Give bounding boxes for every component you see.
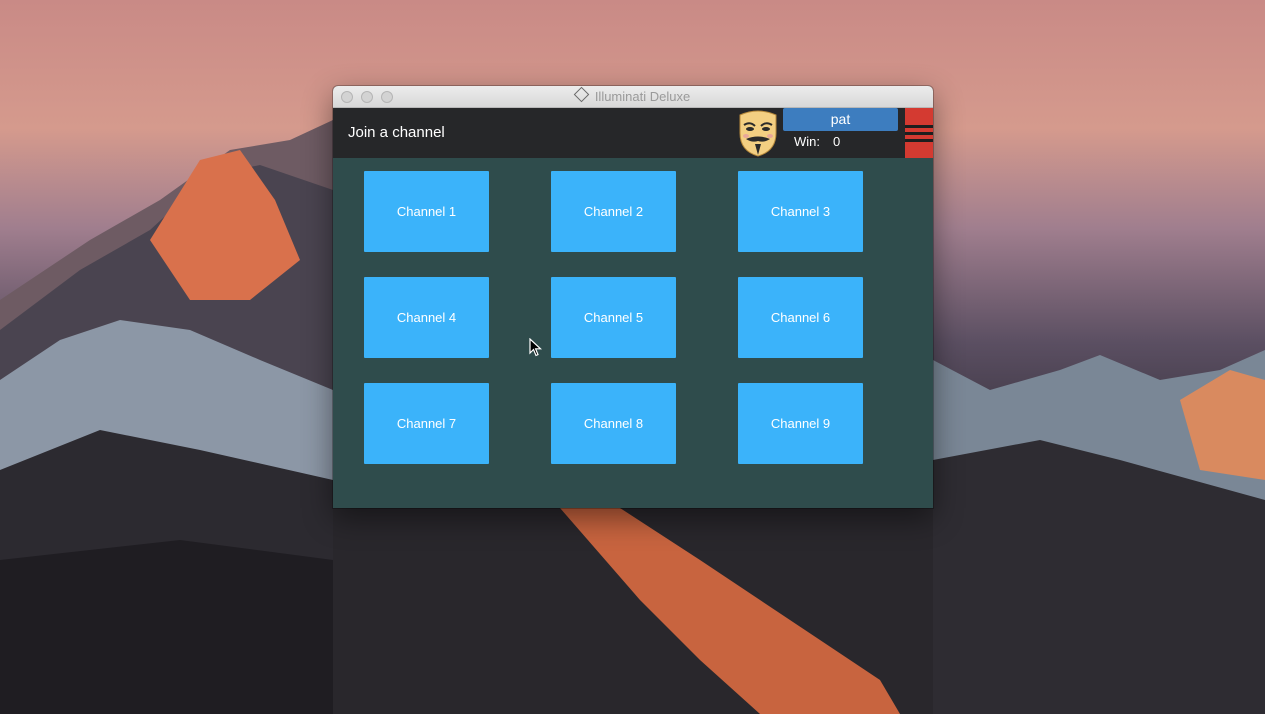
- channel-3-button[interactable]: Channel 3: [738, 171, 863, 252]
- hamburger-menu-button[interactable]: [905, 108, 933, 158]
- channel-8-button[interactable]: Channel 8: [551, 383, 676, 464]
- window-title-text: Illuminati Deluxe: [594, 89, 691, 104]
- channel-grid: Channel 1 Channel 2 Channel 3 Channel 4 …: [333, 158, 933, 508]
- window-titlebar[interactable]: Illuminati Deluxe: [333, 86, 933, 108]
- app-diamond-icon: [573, 86, 590, 103]
- win-label: Win:: [794, 134, 820, 149]
- window-title: Illuminati Deluxe: [333, 86, 933, 104]
- channel-9-button[interactable]: Channel 9: [738, 383, 863, 464]
- win-count: 0: [833, 134, 841, 149]
- hamburger-menu-icon-bar: [905, 139, 933, 142]
- username-badge[interactable]: pat: [783, 108, 898, 131]
- hamburger-menu-icon-bar: [905, 125, 933, 128]
- channel-7-button[interactable]: Channel 7: [364, 383, 489, 464]
- channel-2-button[interactable]: Channel 2: [551, 171, 676, 252]
- page-title: Join a channel: [348, 124, 445, 141]
- channel-1-button[interactable]: Channel 1: [364, 171, 489, 252]
- app-window: Illuminati Deluxe Join a channel pat Win…: [333, 86, 933, 508]
- channel-4-button[interactable]: Channel 4: [364, 277, 489, 358]
- app-header: Join a channel pat Win: 0: [333, 108, 933, 158]
- mouse-pointer-icon: [529, 338, 543, 357]
- guy-fawkes-mask-icon[interactable]: [736, 109, 780, 157]
- channel-5-button[interactable]: Channel 5: [551, 277, 676, 358]
- hamburger-menu-icon-bar: [905, 132, 933, 135]
- channel-6-button[interactable]: Channel 6: [738, 277, 863, 358]
